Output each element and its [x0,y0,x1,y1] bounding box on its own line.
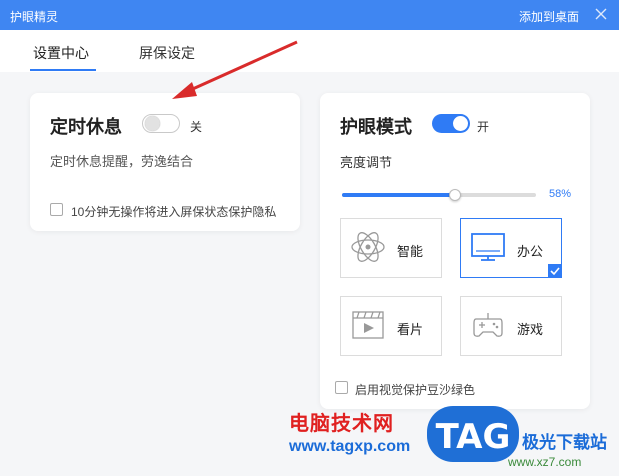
app-title: 护眼精灵 [10,10,59,24]
mode-office-label: 办公 [517,244,544,259]
brightness-value: 58% [549,188,572,200]
mode-smart[interactable]: 智能 [340,218,442,278]
eye-toggle-label: 开 [477,120,490,134]
gamepad-icon [473,313,503,337]
brightness-slider-fill [342,193,455,197]
mode-game[interactable]: 游戏 [460,296,562,356]
tab-bar: 设置中心 屏保设定 [0,30,619,72]
rest-description: 定时休息提醒，劳逸结合 [50,154,194,169]
mode-smart-label: 智能 [397,244,424,259]
tab-screensaver-settings[interactable]: 屏保设定 [139,43,195,63]
toggle-knob [145,116,160,131]
bean-green-label: 启用视觉保护豆沙绿色 [355,383,476,397]
rest-toggle[interactable] [142,114,180,133]
title-bar: 护眼精灵 添加到桌面 [0,0,619,30]
watermark-download-url: www.xz7.com [508,455,582,469]
atom-icon [351,232,385,262]
monitor-icon [471,233,505,261]
eye-card-title: 护眼模式 [340,117,412,137]
brightness-label: 亮度调节 [340,155,393,170]
toggle-knob [453,116,468,131]
watermark-download-title: 极光下载站 [522,433,607,452]
tag-logo: TAG [427,406,519,462]
privacy-screensaver-checkbox[interactable] [50,203,63,216]
bean-green-checkbox[interactable] [335,381,348,394]
film-icon [352,311,384,339]
rest-card-title: 定时休息 [50,117,122,137]
mode-movie[interactable]: 看片 [340,296,442,356]
mode-movie-label: 看片 [397,322,424,337]
tab-settings-center[interactable]: 设置中心 [33,43,89,63]
eye-mode-toggle[interactable] [432,114,470,133]
brightness-slider[interactable] [342,189,536,201]
mode-game-label: 游戏 [517,322,544,337]
brightness-slider-thumb[interactable] [448,189,461,201]
rest-reminder-card: 定时休息 关 定时休息提醒，劳逸结合 10分钟无操作将进入屏保状态保护隐私 [30,93,300,231]
add-to-desktop-button[interactable]: 添加到桌面 [519,8,579,25]
close-icon[interactable] [593,6,609,22]
privacy-screensaver-label: 10分钟无操作将进入屏保状态保护隐私 [71,205,277,219]
mode-office[interactable]: 办公 [460,218,562,278]
tag-logo-text: TAG [436,417,511,457]
rest-toggle-label: 关 [190,120,203,134]
eye-protection-card: 护眼模式 开 亮度调节 58% 智能 办公 看片 游戏 启用视觉保护豆沙绿色 [320,93,590,409]
watermark-site-url: www.tagxp.com [289,438,411,455]
active-tab-indicator [30,69,96,71]
selected-check-icon [548,264,562,278]
watermark-site-title: 电脑技术网 [289,413,394,435]
